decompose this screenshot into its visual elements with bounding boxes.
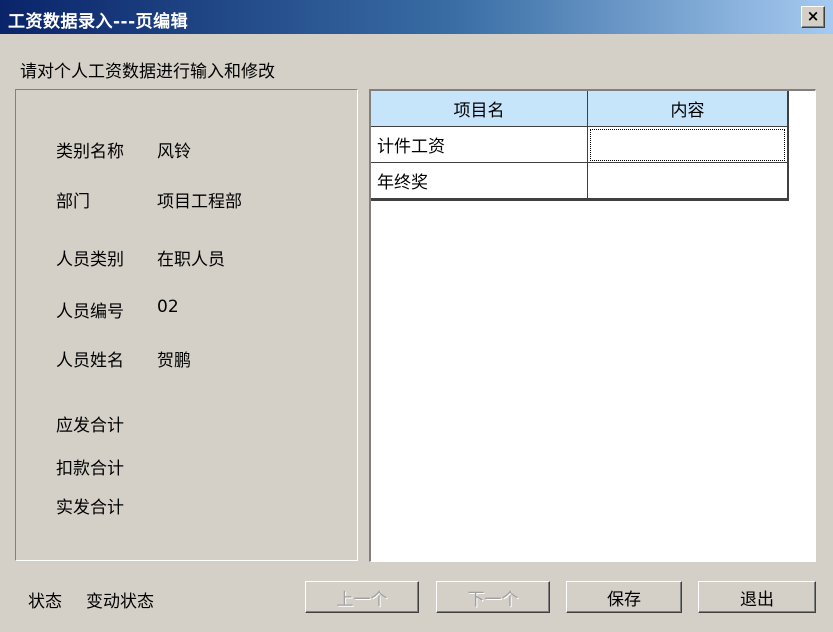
salary-grid-panel: 项目名 内容 计件工资 年终奖: [369, 89, 816, 562]
payable-total-label: 应发合计: [56, 416, 124, 436]
column-header-item[interactable]: 项目名: [371, 91, 588, 127]
status-label: 状态: [28, 592, 62, 612]
department-value: 项目工程部: [157, 192, 242, 212]
prev-button[interactable]: 上一个: [305, 581, 419, 613]
staff-type-value: 在职人员: [157, 250, 225, 270]
table-row: 年终奖: [371, 163, 787, 199]
column-header-content[interactable]: 内容: [588, 91, 787, 127]
close-button[interactable]: ×: [801, 6, 825, 28]
staff-type-label: 人员类别: [56, 250, 124, 270]
save-button[interactable]: 保存: [566, 581, 682, 613]
table-row: 计件工资: [371, 127, 787, 163]
staff-no-label: 人员编号: [56, 302, 124, 322]
deduction-total-label: 扣款合计: [56, 459, 124, 479]
title-bar: 工资数据录入---页编辑 ×: [0, 0, 833, 34]
info-panel: 类别名称 风铃 部门 项目工程部 人员类别 在职人员 人员编号 02 人员姓名 …: [15, 89, 358, 561]
close-icon: ×: [806, 7, 820, 25]
next-button[interactable]: 下一个: [436, 581, 550, 613]
item-cell[interactable]: 计件工资: [371, 127, 588, 163]
instruction-text: 请对个人工资数据进行输入和修改: [20, 62, 275, 82]
staff-no-value: 02: [157, 297, 179, 317]
content-cell[interactable]: [588, 127, 787, 163]
actual-total-label: 实发合计: [56, 498, 124, 518]
status-value: 变动状态: [86, 592, 154, 612]
exit-button[interactable]: 退出: [698, 581, 816, 613]
window-title: 工资数据录入---页编辑: [8, 12, 189, 32]
staff-name-label: 人员姓名: [56, 351, 124, 371]
category-label: 类别名称: [56, 142, 124, 162]
staff-name-value: 贺鹏: [157, 351, 191, 371]
salary-grid: 项目名 内容 计件工资 年终奖: [371, 91, 789, 201]
category-value: 风铃: [157, 142, 191, 162]
content-cell[interactable]: [588, 163, 787, 199]
item-cell[interactable]: 年终奖: [371, 163, 588, 199]
department-label: 部门: [56, 192, 90, 212]
grid-header-row: 项目名 内容: [371, 91, 787, 127]
